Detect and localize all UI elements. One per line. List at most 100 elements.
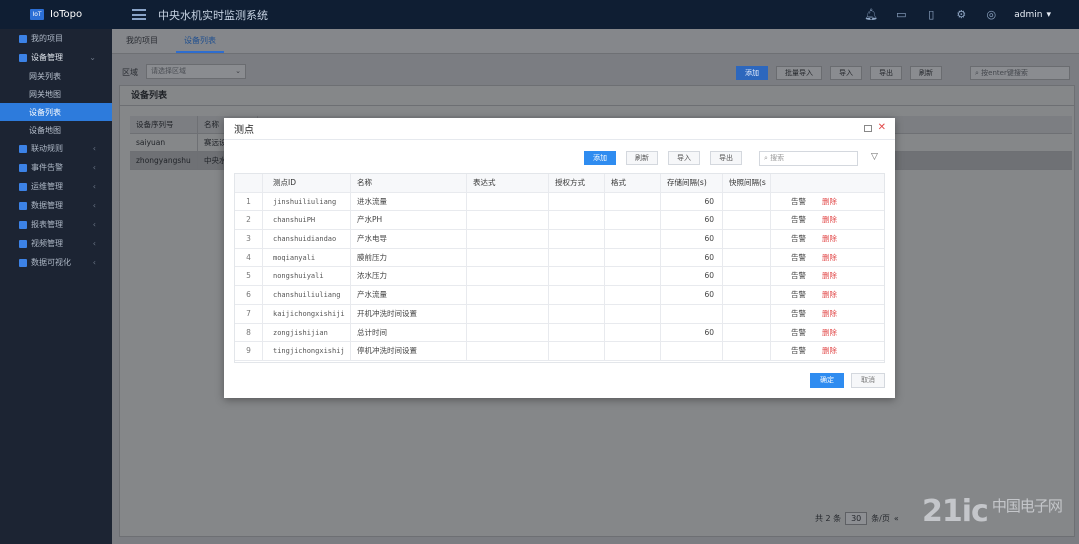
alarm-link[interactable]: 告警 <box>791 346 806 355</box>
cell-expression <box>467 286 549 304</box>
export-points-button[interactable]: 导出 <box>710 151 742 165</box>
cell-storage-interval: 60 <box>661 323 723 342</box>
menu-toggle-icon[interactable] <box>132 9 146 20</box>
point-search-input[interactable]: ⌕ 搜索 <box>759 151 858 166</box>
search-icon: ⌕ <box>764 154 768 162</box>
area-select[interactable]: 请选择区域 ⌄ <box>146 64 246 79</box>
delete-link[interactable]: 删除 <box>822 290 837 299</box>
cell-name: 膜前压力 <box>351 248 467 267</box>
tab-device-list[interactable]: 设备列表 <box>176 28 224 53</box>
mobile-icon[interactable]: ▯ <box>916 0 946 29</box>
sidebar-item[interactable]: 事件告警 ‹ <box>0 158 112 177</box>
gear-icon[interactable]: ⚙ <box>946 0 976 29</box>
add-point-button[interactable]: 添加 <box>584 151 616 165</box>
alarm-link[interactable]: 告警 <box>791 309 806 318</box>
sidebar-item[interactable]: 我的项目 <box>0 29 112 48</box>
device-search-input[interactable]: ⌕ 按enter键搜索 <box>970 66 1070 80</box>
prev-page-icon[interactable]: « <box>894 514 899 523</box>
table-row[interactable]: 9 tingjichongxishij 停机冲洗时间设置 告警 删除 <box>235 342 884 361</box>
cell-name: 浓水压力 <box>351 267 467 286</box>
alarm-link[interactable]: 告警 <box>791 271 806 280</box>
alarm-link[interactable]: 告警 <box>791 215 806 224</box>
bell-icon[interactable]: 🔔︎ <box>856 0 886 29</box>
confirm-button[interactable]: 确定 <box>810 373 844 388</box>
sidebar-item[interactable]: 视频管理 ‹ <box>0 234 112 253</box>
close-icon[interactable]: ✕ <box>878 123 886 133</box>
cancel-button[interactable]: 取消 <box>851 373 885 388</box>
delete-link[interactable]: 删除 <box>822 215 837 224</box>
cell-point-id: tingjichongxishij <box>263 342 351 360</box>
sidebar-item-label: 数据管理 <box>31 201 63 210</box>
import-button[interactable]: 导入 <box>830 66 862 80</box>
chevron-down-icon: ⌄ <box>235 67 241 75</box>
chart-icon <box>19 258 27 267</box>
delete-link[interactable]: 删除 <box>822 309 837 318</box>
table-row[interactable]: 3 chanshuidiandao 产水电导 60 告警 删除 <box>235 230 884 249</box>
tools-icon <box>19 182 27 191</box>
import-points-button[interactable]: 导入 <box>668 151 700 165</box>
table-row[interactable]: 1 jinshuiliuliang 进水流量 60 告警 删除 <box>235 192 884 212</box>
filter-icon[interactable]: ▽ <box>871 152 878 162</box>
delete-link[interactable]: 删除 <box>822 271 837 280</box>
cell-expression <box>467 211 549 230</box>
add-button[interactable]: 添加 <box>736 66 768 80</box>
alarm-link[interactable]: 告警 <box>791 328 806 337</box>
cell-snapshot-interval <box>723 323 771 342</box>
cell-auth <box>549 267 605 286</box>
chevron-left-icon: ‹ <box>92 182 96 191</box>
sidebar-subitem[interactable]: 设备地图 <box>0 121 112 139</box>
maximize-icon[interactable] <box>863 125 872 132</box>
report-icon <box>19 220 27 229</box>
sidebar-item[interactable]: 运维管理 ‹ <box>0 177 112 196</box>
dialog-header-actions: ✕ <box>863 123 886 133</box>
table-row[interactable]: 8 zongjishijian 总计时间 60 告警 删除 <box>235 323 884 343</box>
sidebar-item[interactable]: 数据可视化 ‹ <box>0 253 112 272</box>
tab-my-projects[interactable]: 我的项目 <box>118 28 166 53</box>
export-button[interactable]: 导出 <box>870 66 902 80</box>
cell-storage-interval <box>661 342 723 360</box>
table-row[interactable]: 4 moqianyali 膜前压力 60 告警 删除 <box>235 248 884 268</box>
alarm-link[interactable]: 告警 <box>791 290 806 299</box>
logo[interactable]: IoT IoTopo <box>0 0 112 29</box>
cell-snapshot-interval <box>723 342 771 360</box>
page-size-unit[interactable]: 条/页 <box>871 513 890 524</box>
cell-index: 4 <box>235 248 263 267</box>
alarm-link[interactable]: 告警 <box>791 197 806 206</box>
refresh-points-button[interactable]: 刷新 <box>626 151 658 165</box>
table-row[interactable]: 7 kaijichongxishiji 开机冲洗时间设置 告警 删除 <box>235 304 884 324</box>
video-icon <box>19 239 27 248</box>
sidebar-item[interactable]: 报表管理 ‹ <box>0 215 112 234</box>
page-size-input[interactable]: 30 <box>845 511 868 525</box>
sidebar-item[interactable]: 数据管理 ‹ <box>0 196 112 215</box>
delete-link[interactable]: 删除 <box>822 328 837 337</box>
table-row[interactable]: 5 nongshuiyali 浓水压力 60 告警 删除 <box>235 267 884 287</box>
batch-import-button[interactable]: 批量导入 <box>776 66 822 80</box>
cell-point-id: chanshuidiandao <box>263 230 351 248</box>
sidebar-subitem[interactable]: 设备列表 <box>0 103 112 121</box>
table-row[interactable]: 2 chanshuiPH 产水PH 60 告警 删除 <box>235 211 884 231</box>
cell-point-id: kaijichongxishiji <box>263 304 351 323</box>
alarm-link[interactable]: 告警 <box>791 234 806 243</box>
user-menu[interactable]: admin ▾ <box>1006 10 1079 20</box>
table-row[interactable]: 6 chanshuiliuliang 产水流量 60 告警 删除 <box>235 286 884 305</box>
delete-link[interactable]: 删除 <box>822 346 837 355</box>
cell-storage-interval: 60 <box>661 211 723 230</box>
cell-expression <box>467 342 549 360</box>
delete-link[interactable]: 删除 <box>822 234 837 243</box>
cell-auth <box>549 342 605 360</box>
cell-expression <box>467 267 549 286</box>
dialog-title: 测点 <box>234 125 254 136</box>
sidebar-item-label: 联动规则 <box>31 144 63 153</box>
sidebar-subitem[interactable]: 网关列表 <box>0 67 112 85</box>
delete-link[interactable]: 删除 <box>822 253 837 262</box>
delete-link[interactable]: 删除 <box>822 197 837 206</box>
sidebar-item[interactable]: 设备管理 ⌄ <box>0 48 112 67</box>
sidebar-subitem[interactable]: 网关地图 <box>0 85 112 103</box>
alarm-link[interactable]: 告警 <box>791 253 806 262</box>
points-table: 测点ID 名称 表达式 授权方式 格式 存储间隔(s) 快照间隔(s 1 jins… <box>234 173 885 363</box>
sidebar: 我的项目 设备管理 ⌄ 网关列表 网关地图 设备列表 设备地图 联动规则 ‹ 事件告警 ‹ 运维管理 ‹… <box>0 29 112 544</box>
monitor-icon[interactable]: ▭ <box>886 0 916 29</box>
globe-icon[interactable]: ◎ <box>976 0 1006 29</box>
refresh-button[interactable]: 刷新 <box>910 66 942 80</box>
sidebar-item[interactable]: 联动规则 ‹ <box>0 139 112 158</box>
